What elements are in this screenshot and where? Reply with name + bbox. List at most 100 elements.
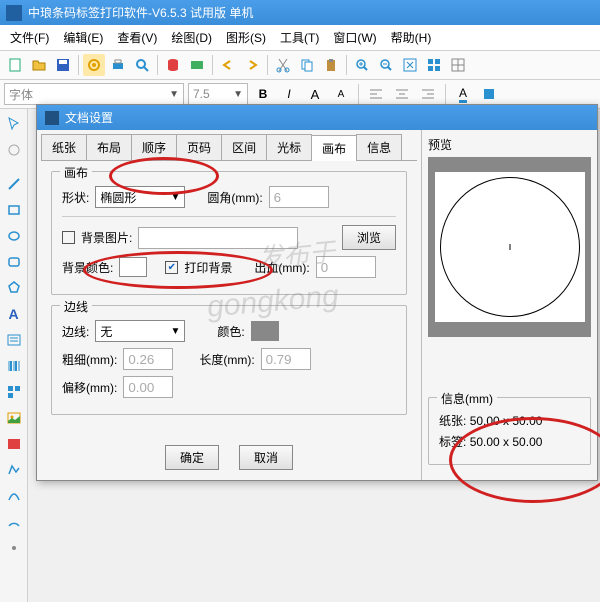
richtext-tool[interactable] bbox=[2, 328, 26, 352]
pointer-tool[interactable] bbox=[2, 112, 26, 136]
tab-canvas[interactable]: 画布 bbox=[311, 135, 357, 161]
info-paper-value: 50.00 x 50.00 bbox=[470, 414, 543, 428]
rect-tool[interactable] bbox=[2, 198, 26, 222]
line-select[interactable]: 无▼ bbox=[95, 320, 185, 342]
dialog-icon bbox=[45, 111, 59, 125]
len-label: 长度(mm): bbox=[199, 351, 254, 368]
menu-window[interactable]: 窗口(W) bbox=[327, 27, 382, 48]
printbg-label: 打印背景 bbox=[184, 259, 232, 276]
menu-view[interactable]: 查看(V) bbox=[111, 27, 163, 48]
shape-select[interactable]: 椭圆形▼ bbox=[95, 186, 185, 208]
printbg-checkbox[interactable]: ✔ bbox=[165, 261, 178, 274]
cancel-button[interactable]: 取消 bbox=[239, 445, 293, 470]
hand-tool[interactable] bbox=[2, 138, 26, 162]
preview-label: 预览 bbox=[428, 136, 591, 153]
align-center-button[interactable] bbox=[391, 83, 413, 105]
print-button[interactable] bbox=[107, 54, 129, 76]
info-paper-label: 纸张: bbox=[439, 414, 466, 428]
text-grow-button[interactable]: A bbox=[304, 83, 326, 105]
menubar: 文件(F) 编辑(E) 查看(V) 绘图(D) 图形(S) 工具(T) 窗口(W… bbox=[0, 25, 600, 51]
line-label: 边线: bbox=[62, 323, 89, 340]
main-toolbar bbox=[0, 51, 600, 80]
text-tool[interactable]: A bbox=[2, 302, 26, 326]
browse-button[interactable]: 浏览 bbox=[342, 225, 396, 250]
line-color-swatch[interactable] bbox=[251, 321, 279, 341]
copy-button[interactable] bbox=[296, 54, 318, 76]
fill-color-button[interactable] bbox=[478, 83, 500, 105]
tab-order[interactable]: 顺序 bbox=[131, 134, 177, 160]
tab-info[interactable]: 信息 bbox=[356, 134, 402, 160]
open-button[interactable] bbox=[28, 54, 50, 76]
border-legend: 边线 bbox=[60, 298, 92, 315]
font-family-combo[interactable]: 字体▼ bbox=[4, 83, 184, 105]
database-button[interactable] bbox=[162, 54, 184, 76]
shape-label: 形状: bbox=[62, 189, 89, 206]
zoom-out-button[interactable] bbox=[375, 54, 397, 76]
cut-button[interactable] bbox=[272, 54, 294, 76]
app-title: 中琅条码标签打印软件-V6.5.3 试用版 单机 bbox=[28, 4, 253, 21]
offset-input[interactable] bbox=[123, 376, 173, 398]
radius-input[interactable] bbox=[269, 186, 329, 208]
bgimg-input[interactable] bbox=[138, 227, 298, 249]
menu-edit[interactable]: 编辑(E) bbox=[57, 27, 109, 48]
menu-draw[interactable]: 绘图(D) bbox=[165, 27, 218, 48]
new-button[interactable] bbox=[4, 54, 26, 76]
bold-button[interactable]: B bbox=[252, 83, 274, 105]
align-right-button[interactable] bbox=[417, 83, 439, 105]
zoom-fit-button[interactable] bbox=[399, 54, 421, 76]
tab-range[interactable]: 区间 bbox=[221, 134, 267, 160]
tab-cursor[interactable]: 光标 bbox=[266, 134, 312, 160]
tab-paper[interactable]: 纸张 bbox=[41, 134, 87, 160]
bleed-input[interactable] bbox=[316, 256, 376, 278]
bleed-label: 出血(mm): bbox=[254, 259, 309, 276]
canvas-fieldset: 画布 形状: 椭圆形▼ 圆角(mm): 背景图片: 浏览 bbox=[51, 171, 407, 295]
len-input[interactable] bbox=[261, 348, 311, 370]
other-tool[interactable] bbox=[2, 536, 26, 560]
path-tool[interactable] bbox=[2, 458, 26, 482]
dialog-title: 文档设置 bbox=[65, 109, 113, 126]
bgimg-checkbox[interactable] bbox=[62, 231, 75, 244]
preview-button[interactable] bbox=[131, 54, 153, 76]
offset-label: 偏移(mm): bbox=[62, 379, 117, 396]
barcode-tool[interactable] bbox=[2, 354, 26, 378]
tab-layout[interactable]: 布局 bbox=[86, 134, 132, 160]
document-settings-dialog: 文档设置 纸张 布局 顺序 页码 区间 光标 画布 信息 画布 形状: 椭圆形▼ bbox=[36, 104, 598, 481]
zoom-in-button[interactable] bbox=[351, 54, 373, 76]
bgimg-label: 背景图片: bbox=[81, 229, 132, 246]
grid-button[interactable] bbox=[447, 54, 469, 76]
undo-button[interactable] bbox=[217, 54, 239, 76]
menu-tools[interactable]: 工具(T) bbox=[274, 27, 325, 48]
text-shrink-button[interactable]: A bbox=[330, 83, 352, 105]
paste-button[interactable] bbox=[320, 54, 342, 76]
bgcolor-swatch[interactable] bbox=[119, 257, 147, 277]
canvas-legend: 画布 bbox=[60, 164, 92, 181]
italic-button[interactable]: I bbox=[278, 83, 300, 105]
image-tool[interactable] bbox=[2, 406, 26, 430]
dialog-titlebar: 文档设置 bbox=[37, 105, 597, 130]
redo-button[interactable] bbox=[241, 54, 263, 76]
doc-settings-button[interactable] bbox=[83, 54, 105, 76]
tab-page[interactable]: 页码 bbox=[176, 134, 222, 160]
arc-tool[interactable] bbox=[2, 510, 26, 534]
align-left-button[interactable] bbox=[365, 83, 387, 105]
info-legend: 信息(mm) bbox=[437, 390, 497, 407]
zoom-select-button[interactable] bbox=[423, 54, 445, 76]
polygon-tool[interactable] bbox=[2, 276, 26, 300]
curve-tool[interactable] bbox=[2, 484, 26, 508]
table-tool[interactable] bbox=[2, 432, 26, 456]
ellipse-tool[interactable] bbox=[2, 224, 26, 248]
line-tool[interactable] bbox=[2, 172, 26, 196]
menu-file[interactable]: 文件(F) bbox=[4, 27, 55, 48]
qrcode-tool[interactable] bbox=[2, 380, 26, 404]
save-button[interactable] bbox=[52, 54, 74, 76]
font-color-button[interactable]: A bbox=[452, 83, 474, 105]
font-size-combo[interactable]: 7.5▼ bbox=[188, 83, 248, 105]
generate-button[interactable] bbox=[186, 54, 208, 76]
ok-button[interactable]: 确定 bbox=[165, 445, 219, 470]
menu-shape[interactable]: 图形(S) bbox=[220, 27, 272, 48]
roundrect-tool[interactable] bbox=[2, 250, 26, 274]
menu-help[interactable]: 帮助(H) bbox=[385, 27, 438, 48]
thick-input[interactable] bbox=[123, 348, 173, 370]
thick-label: 粗细(mm): bbox=[62, 351, 117, 368]
dialog-tabs: 纸张 布局 顺序 页码 区间 光标 画布 信息 bbox=[41, 134, 417, 161]
